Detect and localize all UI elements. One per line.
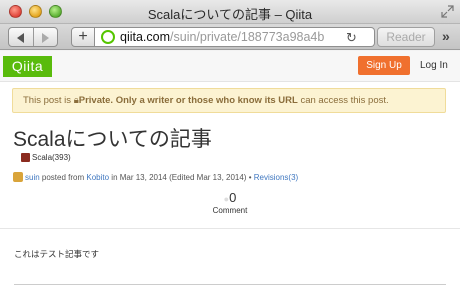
author-link[interactable]: suin [25,173,40,182]
article-body: これはテスト記事です [14,249,100,259]
notice-bold: Private. Only a writer or those who know… [78,95,298,106]
posted-from-text: posted from [39,172,87,182]
article-title: Scalaについての記事 [13,128,212,151]
window-title: Scalaについての記事 – Qiita [147,7,313,22]
body-bottom-divider [14,284,446,285]
address-bar[interactable]: qiita.com/suin/private/188773a98a4b ↻ [95,27,375,47]
private-notice: This post is 🔒︎Private. Only a writer or… [12,88,446,113]
reader-button[interactable]: Reader [377,27,435,47]
site-favicon-icon [101,30,115,44]
forward-icon[interactable] [42,33,49,43]
date-text: in Mar 13, 2014 (Edited Mar 13, 2014) • [109,172,254,182]
revisions-link[interactable]: Revisions(3) [254,173,298,182]
qiita-logo[interactable]: Qiita [3,56,52,77]
site-header: Qiita Sign Up Log In [0,51,460,82]
tag-link[interactable]: Scala(393) [32,153,71,162]
article-meta: suin posted from Kobito in Mar 13, 2014 … [13,172,298,182]
notice-prefix: This post is [23,95,74,106]
more-chevron-icon[interactable]: » [442,28,450,44]
reload-icon[interactable]: ↻ [346,30,357,46]
url-host: qiita.com [120,30,171,44]
url-path: /suin/private/188773a98a4b [170,30,325,44]
sign-up-button[interactable]: Sign Up [358,56,410,75]
fullscreen-icon[interactable] [441,5,454,18]
page-content: Qiita Sign Up Log In This post is 🔒︎Priv… [0,51,460,289]
nav-divider [33,28,34,46]
client-link[interactable]: Kobito [86,173,109,182]
comment-count-value: 0 [229,190,237,205]
back-icon[interactable] [17,33,24,43]
url-text: qiita.com/suin/private/188773a98a4b [120,30,335,44]
add-bookmark-button[interactable]: + [71,27,95,47]
notice-suffix: can access this post. [297,95,389,106]
tag-list: Scala(393) [21,153,71,162]
nav-buttons [8,27,58,47]
avatar[interactable] [13,172,23,182]
window-titlebar: Scalaについての記事 – Qiita [0,0,460,24]
log-in-link[interactable]: Log In [420,60,448,71]
content-divider [0,228,460,229]
tag-icon [21,153,30,162]
browser-toolbar: + qiita.com/suin/private/188773a98a4b ↻ … [0,24,460,50]
comment-count[interactable]: ●0 Comment [200,190,260,215]
comment-label: Comment [212,206,248,215]
